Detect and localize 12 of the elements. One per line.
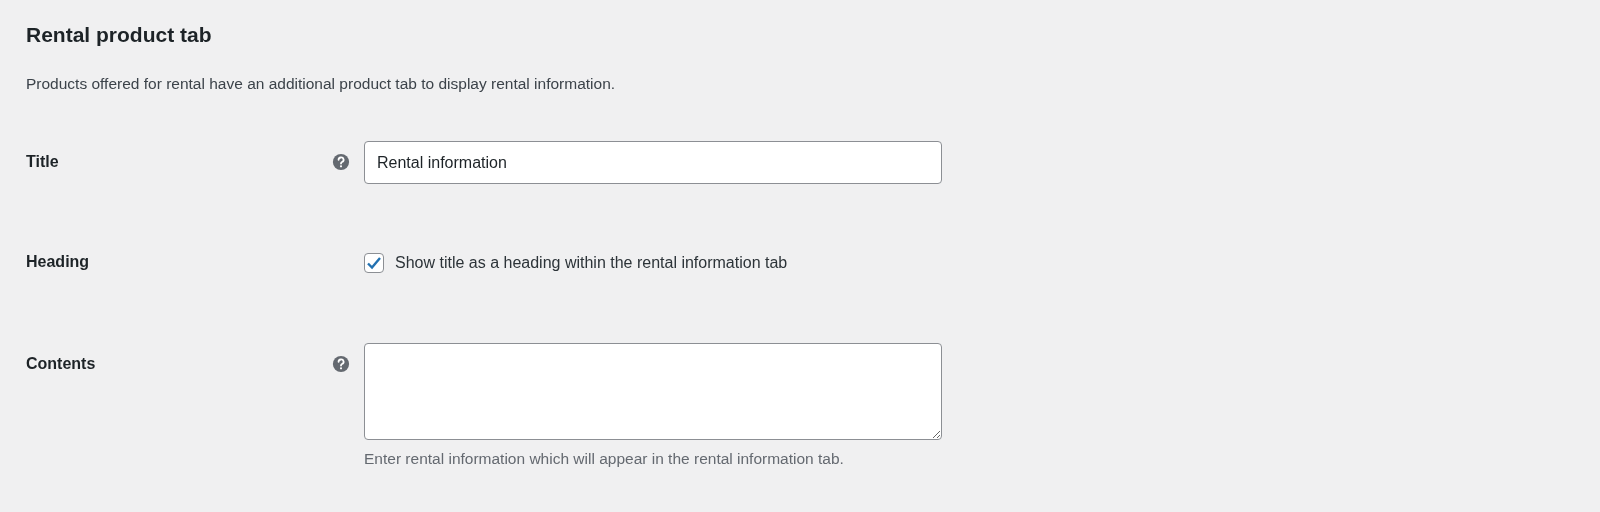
section-title: Rental product tab [26, 23, 213, 47]
checkbox[interactable] [364, 253, 384, 273]
field-label: Title [26, 152, 60, 171]
help-icon[interactable] [332, 355, 350, 373]
help-icon[interactable] [332, 153, 350, 171]
section-description: Products offered for rental have an additional product tab to display rental information. [26, 75, 617, 93]
title-input[interactable]: Rental information [364, 141, 942, 184]
field-label: Contents [26, 354, 97, 373]
field-description: Enter rental information which will appear in the rental information tab. [364, 450, 845, 468]
contents-textarea[interactable] [364, 343, 942, 440]
field-label: Heading [26, 253, 91, 271]
checkbox-label: Show title as a heading within the rental information tab [395, 254, 788, 272]
